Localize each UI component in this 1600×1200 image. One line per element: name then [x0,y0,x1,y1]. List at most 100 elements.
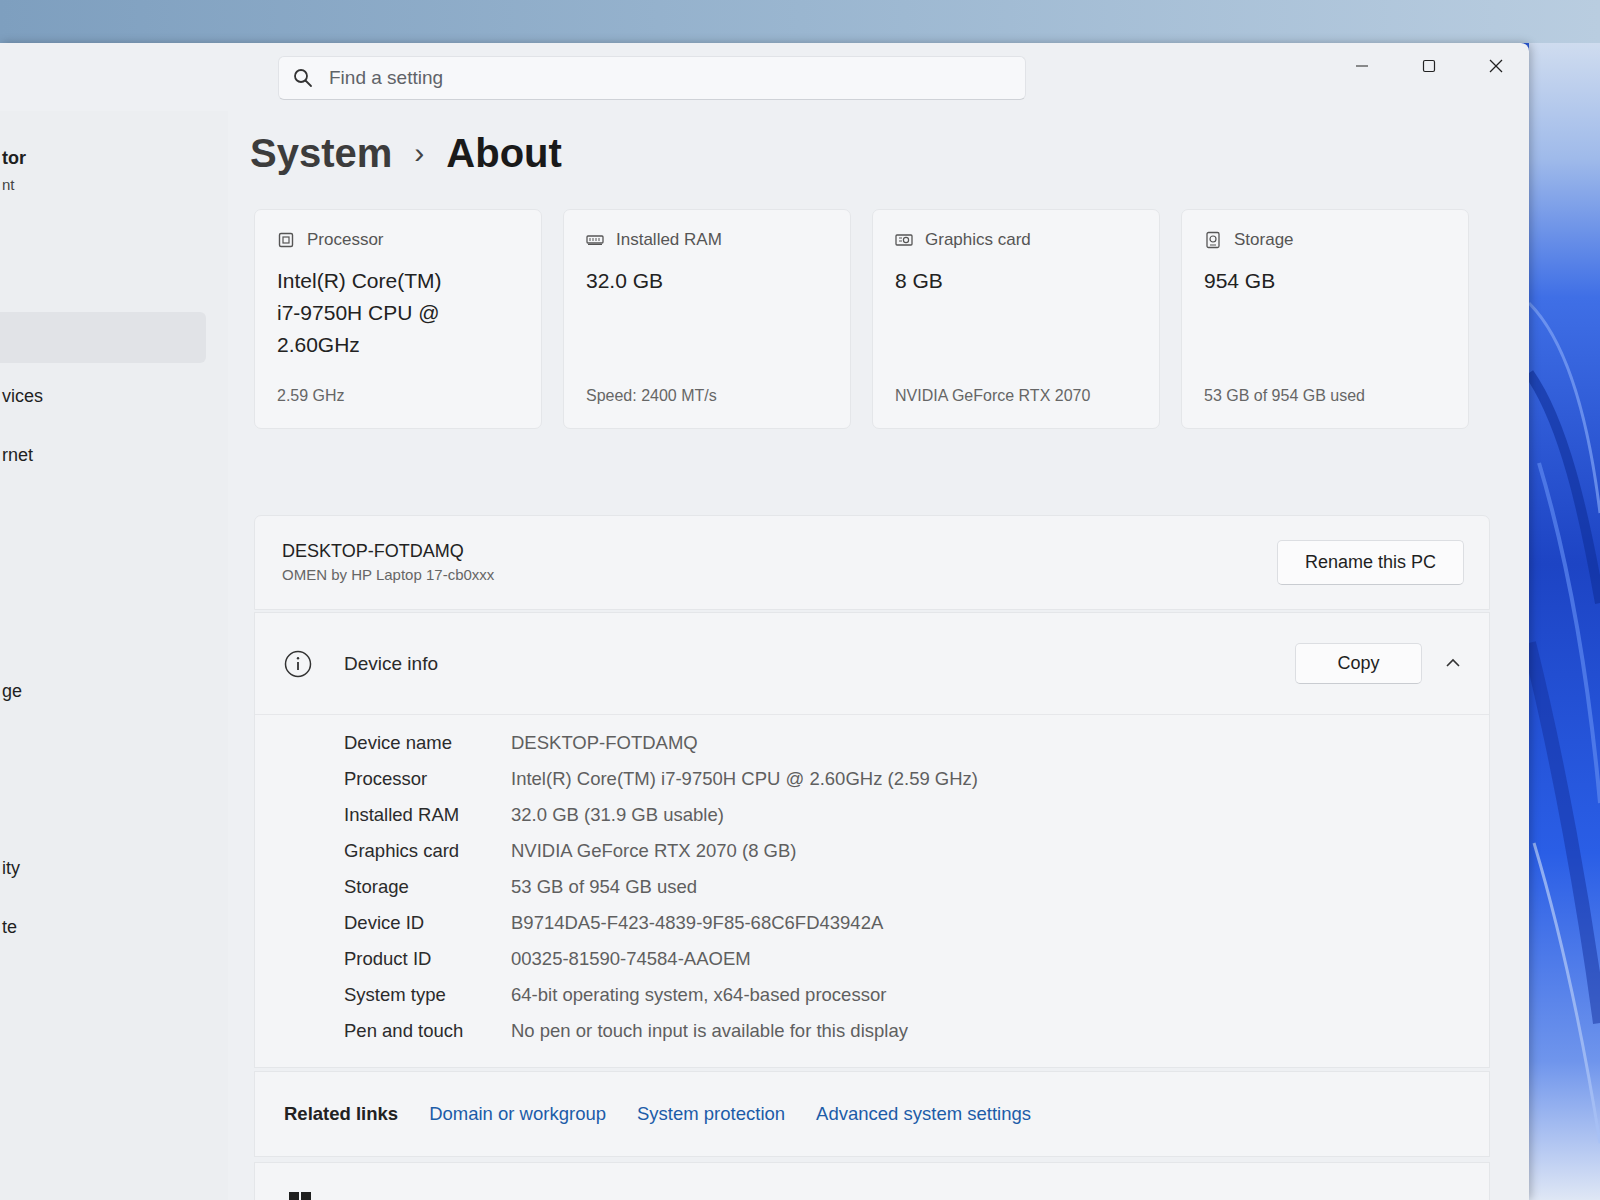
device-info-row: Device nameDESKTOP-FOTDAMQ [344,725,1489,761]
rename-button[interactable]: Rename this PC [1277,540,1464,585]
ram-icon [586,231,604,249]
window-body: tornt vices rnet ge ity te System › About Process… [0,111,1529,1200]
spec-value-line: 8 GB [895,265,1139,297]
device-info-value: Intel(R) Core(TM) i7-9750H CPU @ 2.60GHz… [511,768,978,790]
sidebar-item-label: vices [2,386,43,407]
sidebar-item[interactable] [0,548,206,599]
spec-value-line: 32.0 GB [586,265,830,297]
device-info-value: NVIDIA GeForce RTX 2070 (8 GB) [511,840,797,862]
sidebar-item[interactable]: vices [0,371,206,422]
device-info-value: No pen or touch input is available for t… [511,1020,908,1042]
device-name: DESKTOP-FOTDAMQ [282,539,1277,564]
spec-card: Graphics card 8 GB NVIDIA GeForce RTX 2070 [872,209,1160,429]
device-info-label: Device ID [344,912,511,934]
device-info-value: 64-bit operating system, x64-based proce… [511,984,886,1006]
sidebar-row [0,544,228,603]
device-info-label: Processor [344,768,511,790]
device-info-rows: Device nameDESKTOP-FOTDAMQProcessorIntel… [255,715,1489,1067]
minimize-icon [1355,59,1369,73]
spec-value-line: Intel(R) Core(TM) [277,265,521,297]
sidebar-row [0,603,228,662]
main-content: System › About Processor Intel(R) Core(TM)i7… [228,111,1529,1200]
sidebar-item[interactable] [0,725,206,776]
spec-label: Installed RAM [616,230,722,250]
sidebar-row: ge [0,662,228,721]
wallpaper-bloom-icon [1529,43,1600,1200]
sidebar-item[interactable]: ity [0,843,206,894]
windows-logo-icon [288,1191,312,1200]
sidebar-item[interactable] [0,784,206,835]
device-text: DESKTOP-FOTDAMQOMEN by HP Laptop 17-cb0x… [282,539,1277,586]
device-info-row: Graphics cardNVIDIA GeForce RTX 2070 (8 … [344,833,1489,869]
spec-detail: Speed: 2400 MT/s [586,378,830,406]
sidebar-item[interactable] [0,312,206,363]
sidebar-row [0,308,228,367]
sidebar-item[interactable]: te [0,902,206,953]
device-info-row: Installed RAM32.0 GB (31.9 GB usable) [344,797,1489,833]
related-link[interactable]: System protection [637,1103,785,1125]
spec-card-header: Processor [277,230,521,250]
user-profile[interactable]: tornt [0,111,228,308]
device-info-row: Product ID00325-81590-74584-AAOEM [344,941,1489,977]
spec-value-line: 954 GB [1204,265,1448,297]
spec-detail: NVIDIA GeForce RTX 2070 [895,378,1139,406]
related-link[interactable]: Advanced system settings [816,1103,1031,1125]
sidebar-row [0,721,228,780]
device-info-label: System type [344,984,511,1006]
device-info-value: 32.0 GB (31.9 GB usable) [511,804,724,826]
copy-button[interactable]: Copy [1295,643,1422,684]
search-box[interactable] [278,56,1026,100]
spec-value-line: 2.60GHz [277,329,521,361]
sidebar-item[interactable] [0,607,206,658]
processor-icon [277,231,295,249]
device-info-label: Device name [344,732,511,754]
sidebar-row: te [0,898,228,957]
spec-value: Intel(R) Core(TM)i7-9750H CPU @2.60GHz [277,265,521,361]
sidebar-row [0,780,228,839]
device-info-row: Pen and touchNo pen or touch input is av… [344,1013,1489,1049]
expand-toggle[interactable] [1435,646,1471,682]
device-info-label: Graphics card [344,840,511,862]
breadcrumb-parent[interactable]: System [250,125,392,181]
spec-card-header: Storage [1204,230,1448,250]
device-info-label: Product ID [344,948,511,970]
sidebar-item-label: ity [2,858,20,879]
sidebar-row: ity [0,839,228,898]
related-links: Related links Domain or workgroup System p… [254,1071,1490,1157]
breadcrumb-separator: › [414,125,424,181]
close-button[interactable] [1462,43,1529,89]
spec-card: Installed RAM 32.0 GB Speed: 2400 MT/s [563,209,851,429]
sidebar-item[interactable]: rnet [0,430,206,481]
device-info-row: Storage53 GB of 954 GB used [344,869,1489,905]
spec-card: Storage 954 GB 53 GB of 954 GB used [1181,209,1469,429]
user-account: nt [2,173,228,197]
sidebar: tornt vices rnet ge ity te [0,111,228,1200]
spec-detail: 53 GB of 954 GB used [1204,378,1448,406]
sidebar-item[interactable] [0,489,206,540]
device-info-header[interactable]: Device infoCopy [255,613,1489,715]
related-links-label: Related links [284,1103,398,1125]
spec-label: Graphics card [925,230,1031,250]
device-info-value: B9714DA5-F423-4839-9F85-68C6FD43942A [511,912,883,934]
close-icon [1489,59,1503,73]
graphics-icon [895,231,913,249]
spec-value: 954 GB [1204,265,1448,297]
device-info-row: ProcessorIntel(R) Core(TM) i7-9750H CPU … [344,761,1489,797]
spec-card: Processor Intel(R) Core(TM)i7-9750H CPU @… [254,209,542,429]
spec-value: 8 GB [895,265,1139,297]
desktop-top-strip [0,0,1600,43]
device-info-label: Storage [344,876,511,898]
minimize-button[interactable] [1328,43,1395,89]
device-panel: DESKTOP-FOTDAMQOMEN by HP Laptop 17-cb0x… [254,515,1490,610]
breadcrumb-current: About [446,125,562,181]
sidebar-item[interactable]: ge [0,666,206,717]
info-icon [284,650,312,678]
spec-card-header: Graphics card [895,230,1139,250]
chevron-up-icon [1444,655,1462,673]
storage-icon [1204,231,1222,249]
search-input[interactable] [327,66,1011,90]
device-info-row: System type64-bit operating system, x64-… [344,977,1489,1013]
related-link[interactable]: Domain or workgroup [429,1103,606,1125]
sidebar-row: vices [0,367,228,426]
maximize-button[interactable] [1395,43,1462,89]
